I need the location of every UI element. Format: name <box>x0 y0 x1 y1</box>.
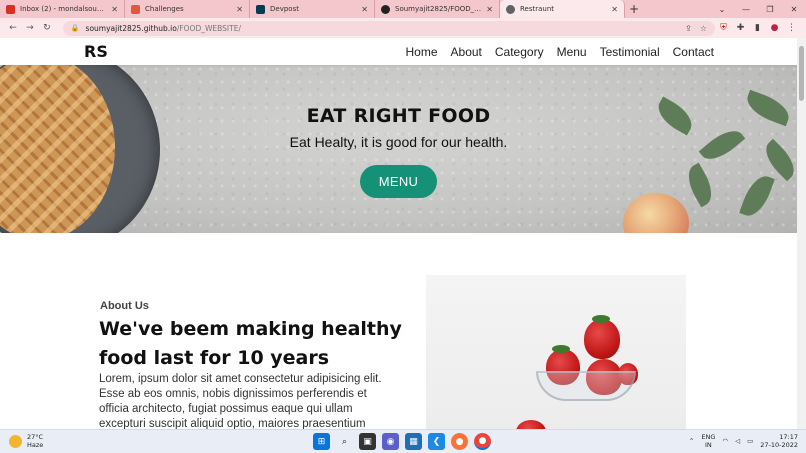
strawberry-leaf <box>592 315 610 323</box>
weather-temp: 27°C <box>27 433 44 441</box>
nav-about[interactable]: About <box>451 45 482 59</box>
about-label: About Us <box>100 300 149 312</box>
extensions-icon[interactable]: ✚ <box>732 23 749 33</box>
challenges-icon <box>131 4 140 14</box>
web-page: EAT RIGHT FOOD Eat Healty, it is good fo… <box>0 38 797 429</box>
tab-title: Challenges <box>145 5 184 13</box>
new-tab-button[interactable]: + <box>625 0 643 18</box>
glass-bowl <box>536 371 636 401</box>
bookmark-star-icon[interactable]: ☆ <box>700 24 707 33</box>
hero-banner: EAT RIGHT FOOD Eat Healty, it is good fo… <box>0 65 797 233</box>
clock-time: 17:17 <box>779 433 798 441</box>
profile-avatar[interactable]: ● <box>766 23 783 33</box>
site-header: RS Home About Category Menu Testimonial … <box>0 38 797 65</box>
firefox-icon[interactable]: ● <box>451 433 468 450</box>
clock-date: 27-10-2022 <box>760 441 798 449</box>
minimize-icon[interactable]: — <box>734 0 758 18</box>
weather-widget[interactable]: 27°C Haze <box>9 433 43 449</box>
site-nav: Home About Category Menu Testimonial Con… <box>406 45 715 59</box>
lock-icon[interactable]: 🔒 <box>71 24 80 32</box>
search-icon[interactable]: ⌕ <box>336 433 353 450</box>
strawberry <box>584 319 620 359</box>
close-icon[interactable]: ✕ <box>486 5 493 14</box>
close-icon[interactable]: ✕ <box>361 5 368 14</box>
scrollbar-thumb[interactable] <box>799 46 804 101</box>
weather-desc: Haze <box>27 441 44 449</box>
close-window-icon[interactable]: ✕ <box>782 0 806 18</box>
chevron-up-icon[interactable]: ⌃ <box>689 437 694 445</box>
menu-kebab-icon[interactable]: ⋮ <box>783 23 800 33</box>
about-heading: We've beem making healthy food last for … <box>99 318 402 369</box>
share-icon[interactable]: ⇪ <box>685 24 692 33</box>
sidepanel-icon[interactable]: ▮ <box>749 23 766 33</box>
nav-home[interactable]: Home <box>406 45 438 59</box>
nav-category[interactable]: Category <box>495 45 544 59</box>
volume-icon[interactable]: ◁ <box>735 437 740 445</box>
reload-icon[interactable]: ↻ <box>40 23 54 33</box>
url-host: soumyajit2825.github.io <box>85 23 177 33</box>
back-icon[interactable]: ← <box>6 23 20 33</box>
language-indicator[interactable]: ENG IN <box>701 433 715 449</box>
tab-restraunt[interactable]: Restraunt ✕ <box>500 0 625 18</box>
tab-search-icon[interactable]: ⌄ <box>710 0 734 18</box>
lang-line2: IN <box>704 441 712 449</box>
clock[interactable]: 17:17 27-10-2022 <box>760 433 798 449</box>
toolbar-icons: ⛨ ✚ ▮ ● ⋮ <box>715 23 800 33</box>
weather-sun-icon <box>9 434 22 448</box>
forward-icon[interactable]: → <box>23 23 37 33</box>
close-icon[interactable]: ✕ <box>236 5 243 14</box>
shield-extension-icon[interactable]: ⛨ <box>715 23 732 33</box>
address-toolbar: ← → ↻ 🔒 soumyajit2825.github.io/FOOD_WEB… <box>0 18 806 38</box>
tab-title: Restraunt <box>520 5 555 13</box>
restore-icon[interactable]: ❐ <box>758 0 782 18</box>
menu-button[interactable]: MENU <box>360 165 437 198</box>
url-bar[interactable]: 🔒 soumyajit2825.github.io/FOOD_WEBSITE/ … <box>62 20 715 36</box>
wifi-icon[interactable]: ◠ <box>722 437 728 445</box>
nav-testimonial[interactable]: Testimonial <box>600 45 660 59</box>
window-controls: ⌄ — ❐ ✕ <box>710 0 806 18</box>
tab-title: Inbox (2) - mondalsoumya02@g <box>20 5 107 13</box>
vscode-icon[interactable]: ❮ <box>428 433 445 450</box>
tab-challenges[interactable]: Challenges ✕ <box>125 0 250 18</box>
hero-title: EAT RIGHT FOOD <box>306 105 491 127</box>
chat-icon[interactable]: ◉ <box>382 433 399 450</box>
devpost-icon <box>256 4 265 14</box>
strawberry <box>516 420 546 429</box>
tab-title: Devpost <box>270 5 299 13</box>
battery-icon[interactable]: ▭ <box>747 437 753 445</box>
start-icon[interactable]: ⊞ <box>313 433 330 450</box>
url-path: /FOOD_WEBSITE/ <box>176 23 241 33</box>
chrome-icon[interactable]: ● <box>474 433 491 450</box>
task-view-icon[interactable]: ▣ <box>359 433 376 450</box>
hero-subtitle: Eat Healty, it is good for our health. <box>289 134 508 150</box>
page-scrollbar[interactable] <box>797 38 806 429</box>
nav-menu[interactable]: Menu <box>557 45 587 59</box>
taskbar-apps: ⊞ ⌕ ▣ ◉ ▦ ❮ ● ● <box>313 433 491 450</box>
gmail-icon <box>6 4 15 14</box>
tab-title: Soumyajit2825/FOOD_WEBSITE <box>395 5 482 13</box>
taskbar: 27°C Haze ⊞ ⌕ ▣ ◉ ▦ ❮ ● ● ⌃ ENG IN ◠ ◁ ▭… <box>0 429 806 453</box>
nav-contact[interactable]: Contact <box>673 45 714 59</box>
store-icon[interactable]: ▦ <box>405 433 422 450</box>
site-logo[interactable]: RS <box>84 42 108 61</box>
browser-tab-bar: Inbox (2) - mondalsoumya02@g ✕ Challenge… <box>0 0 806 18</box>
strawberry-leaf <box>552 345 570 353</box>
github-icon <box>381 4 390 14</box>
tab-devpost[interactable]: Devpost ✕ <box>250 0 375 18</box>
tab-github[interactable]: Soumyajit2825/FOOD_WEBSITE ✕ <box>375 0 500 18</box>
about-body: Lorem, ipsum dolor sit amet consectetur … <box>99 373 382 429</box>
close-icon[interactable]: ✕ <box>611 5 618 14</box>
globe-icon <box>506 4 515 14</box>
lang-line1: ENG <box>701 433 716 441</box>
strawberries-image <box>426 275 686 429</box>
system-tray: ⌃ ENG IN ◠ ◁ ▭ 17:17 27-10-2022 <box>689 433 798 449</box>
tab-gmail[interactable]: Inbox (2) - mondalsoumya02@g ✕ <box>0 0 125 18</box>
close-icon[interactable]: ✕ <box>111 5 118 14</box>
